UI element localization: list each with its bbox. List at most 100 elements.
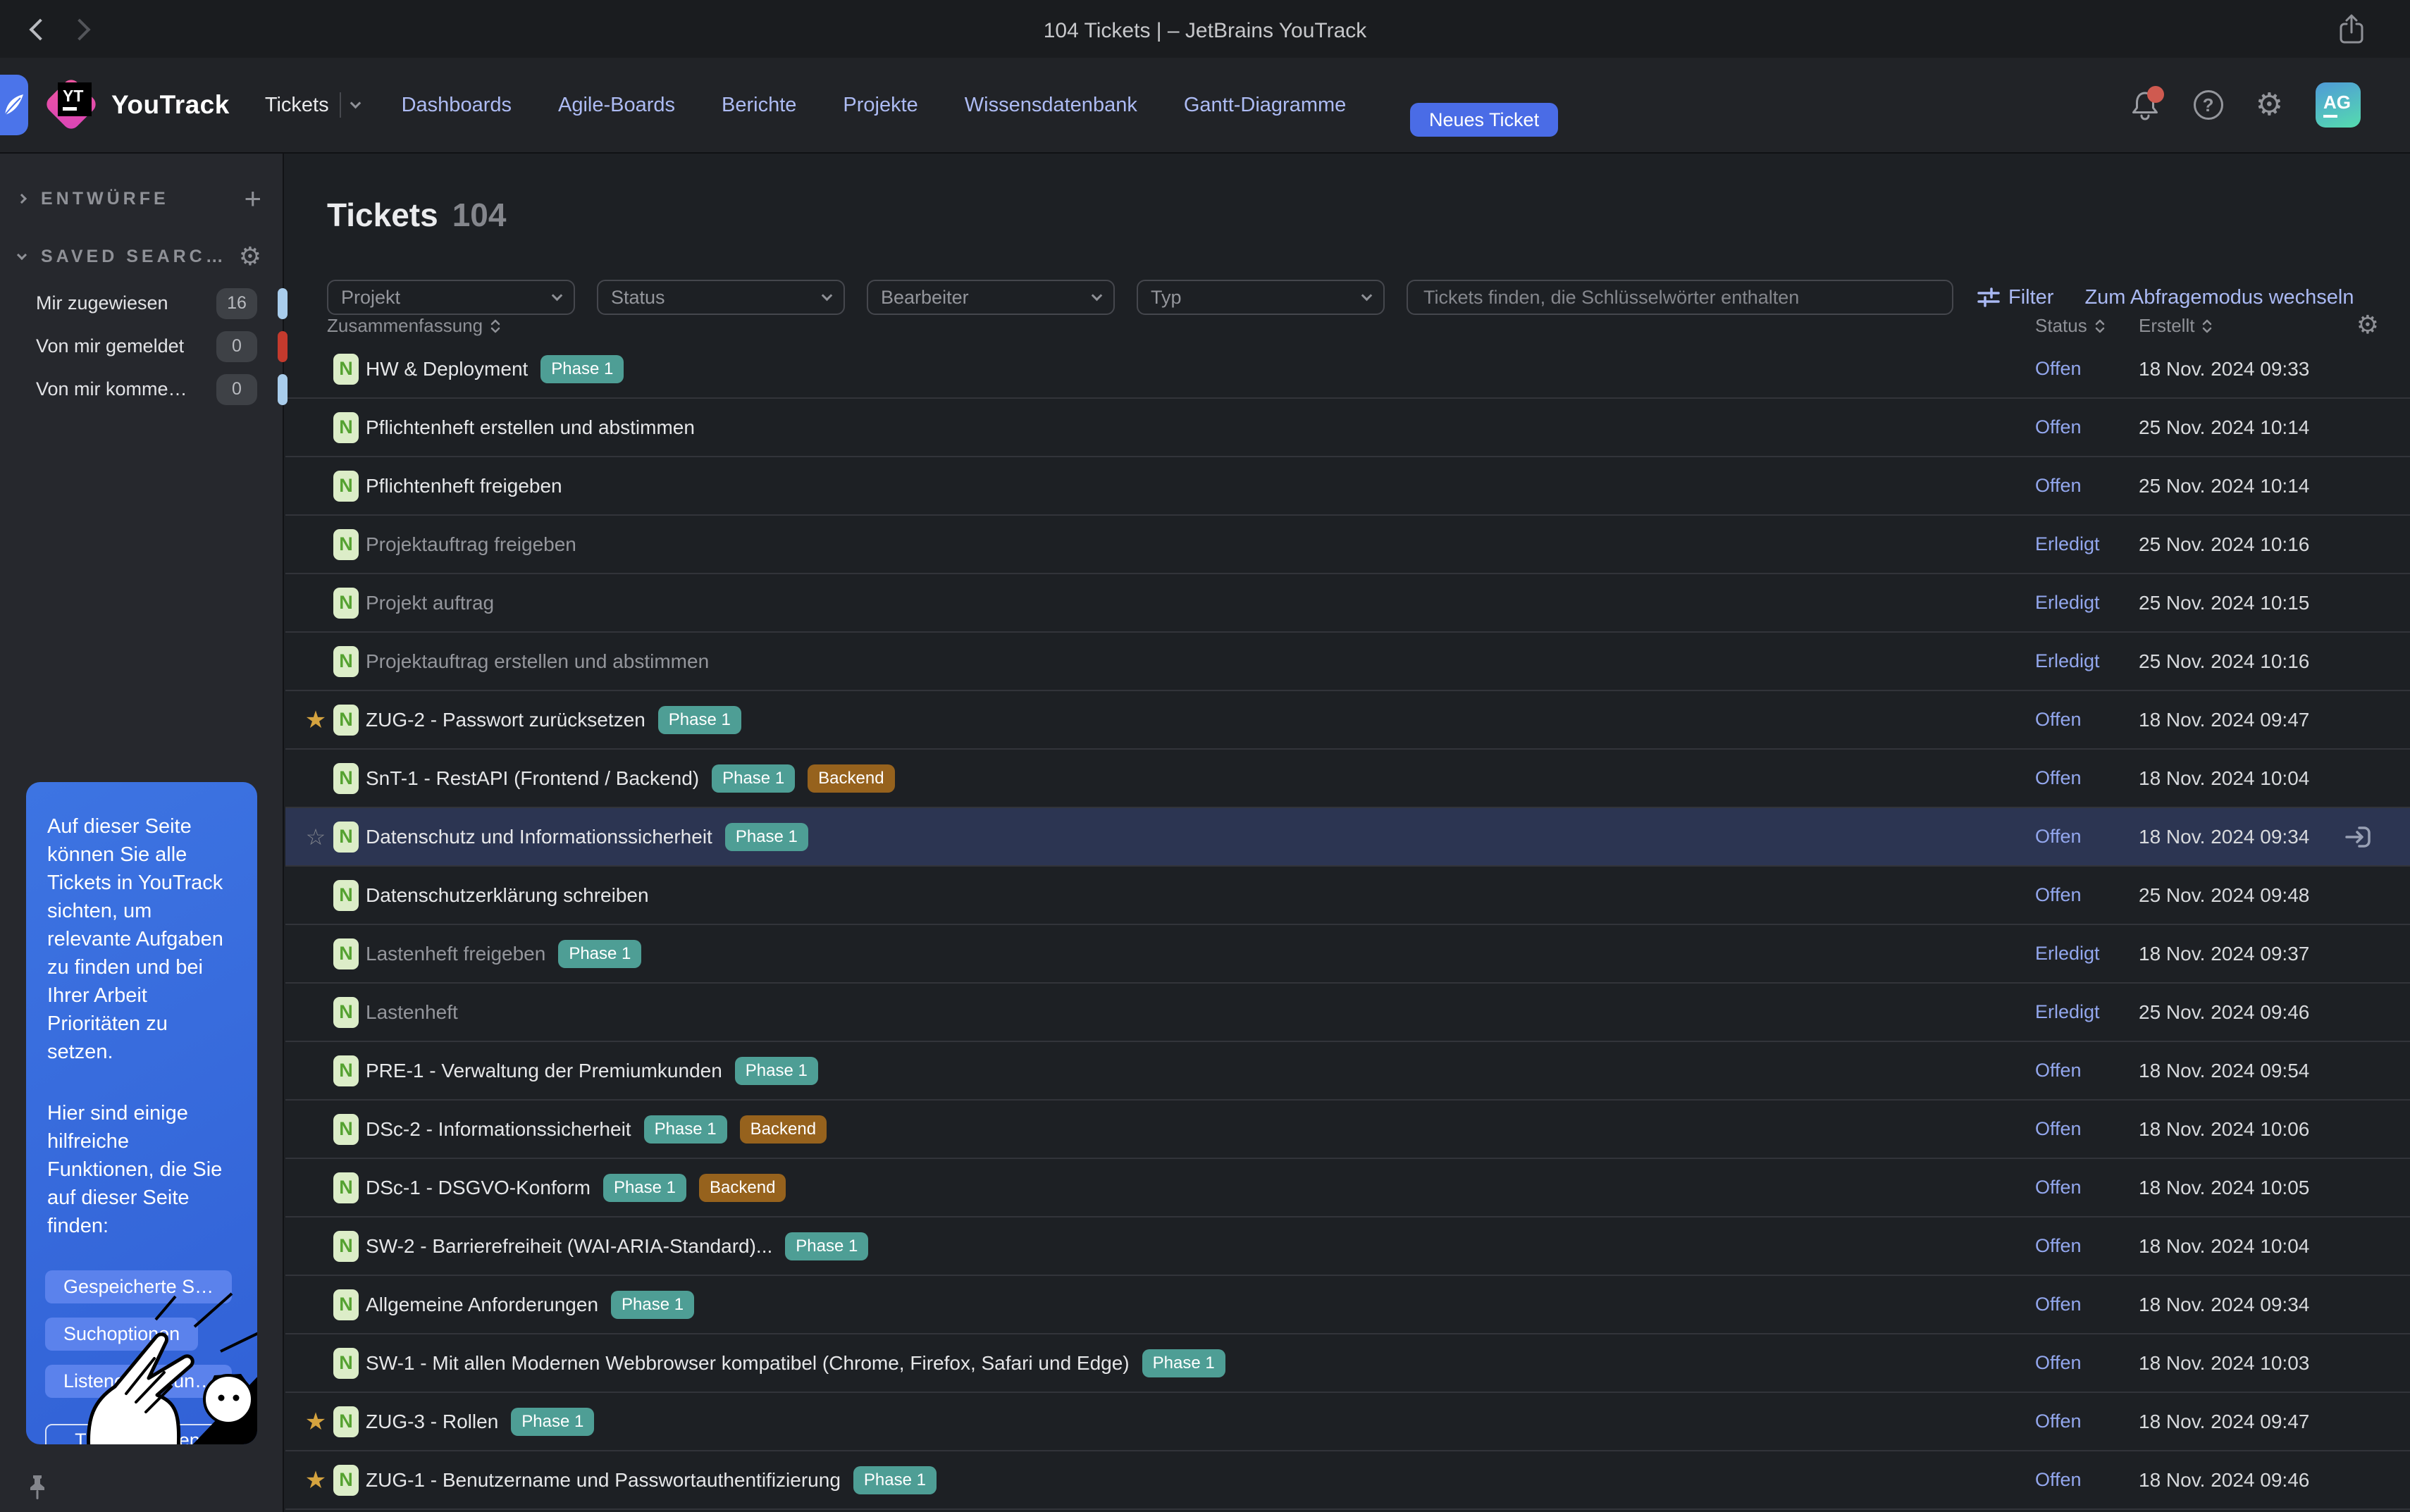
- ticket-title: Lastenheft: [366, 1001, 458, 1024]
- tag-phase-1[interactable]: Phase 1: [725, 823, 808, 851]
- share-icon[interactable]: [2337, 13, 2366, 47]
- dismiss-tips-button[interactable]: Tipps beenden: [45, 1424, 230, 1444]
- open-ticket-icon[interactable]: [2342, 822, 2373, 853]
- filter-button[interactable]: Filter: [1977, 286, 2053, 309]
- ticket-title: SnT-1 - RestAPI (Frontend / Backend): [366, 767, 699, 790]
- pin-sidebar-icon[interactable]: [25, 1474, 49, 1502]
- add-draft-icon[interactable]: +: [244, 186, 261, 211]
- column-header-summary[interactable]: Zusammenfassung: [327, 315, 501, 337]
- tag-phase-1[interactable]: Phase 1: [603, 1174, 686, 1202]
- ticket-created: 25 Nov. 2024 10:14: [2139, 416, 2309, 439]
- ticket-type-icon: N: [333, 705, 359, 736]
- filter-select-label: Typ: [1151, 287, 1182, 309]
- tickets-menu[interactable]: Tickets: [265, 92, 359, 118]
- ticket-type-icon: N: [333, 1055, 359, 1086]
- ticket-title: Projektauftrag erstellen und abstimmen: [366, 650, 709, 673]
- ticket-row[interactable]: NLastenheft freigebenPhase 1Erledigt18 N…: [285, 925, 2410, 984]
- tooltip-button-gespeicherte-s[interactable]: Gespeicherte S…: [45, 1270, 232, 1303]
- ticket-row[interactable]: NDSc-2 - InformationssicherheitPhase 1Ba…: [285, 1101, 2410, 1159]
- nav-link-wissensdatenbank[interactable]: Wissensdatenbank: [965, 94, 1137, 117]
- filter-select-status[interactable]: Status: [597, 280, 845, 315]
- ticket-type-icon: N: [333, 822, 359, 853]
- tag-phase-1[interactable]: Phase 1: [735, 1057, 818, 1085]
- nav-link-berichte[interactable]: Berichte: [722, 94, 796, 117]
- nav-link-agile-boards[interactable]: Agile-Boards: [558, 94, 675, 117]
- tag-phase-1[interactable]: Phase 1: [540, 355, 624, 383]
- saved-search-label: Von mir gemeldet: [36, 335, 184, 357]
- help-button[interactable]: ?: [2194, 90, 2223, 120]
- tag-phase-1[interactable]: Phase 1: [558, 940, 641, 968]
- ticket-row[interactable]: NLastenheftErledigt25 Nov. 2024 09:46: [285, 984, 2410, 1042]
- saved-search-von-mir-gemeldet[interactable]: Von mir gemeldet0: [0, 325, 283, 368]
- ticket-row[interactable]: NDatenschutzerklärung schreibenOffen25 N…: [285, 867, 2410, 925]
- tooltip-button-suchoptionen[interactable]: Suchoptionen: [45, 1318, 198, 1351]
- ticket-title: Pflichtenheft freigeben: [366, 475, 562, 497]
- ticket-row[interactable]: ★NZUG-1 - Benutzername und Passwortauthe…: [285, 1451, 2410, 1510]
- new-ticket-button[interactable]: Neues Ticket: [1410, 103, 1558, 137]
- saved-searches-gear-icon[interactable]: ⚙: [239, 242, 261, 271]
- ticket-row[interactable]: NProjektauftrag freigebenErledigt25 Nov.…: [285, 516, 2410, 574]
- tag-phase-1[interactable]: Phase 1: [1142, 1349, 1225, 1377]
- avatar[interactable]: AG: [2316, 82, 2361, 128]
- tag-phase-1[interactable]: Phase 1: [511, 1408, 594, 1436]
- pinned-panel-tab[interactable]: [0, 75, 28, 135]
- youtrack-logo[interactable]: YT YouTrack: [42, 71, 230, 139]
- tag-backend[interactable]: Backend: [740, 1115, 827, 1144]
- ticket-row[interactable]: NPRE-1 - Verwaltung der PremiumkundenPha…: [285, 1042, 2410, 1101]
- ticket-row[interactable]: NSnT-1 - RestAPI (Frontend / Backend)Pha…: [285, 750, 2410, 808]
- ticket-row[interactable]: ★NZUG-2 - Passwort zurücksetzenPhase 1Of…: [285, 691, 2410, 750]
- filter-select-label: Status: [611, 287, 665, 309]
- ticket-type-icon: N: [333, 529, 359, 560]
- ticket-row[interactable]: NAllgemeine AnforderungenPhase 1Offen18 …: [285, 1276, 2410, 1334]
- ticket-row[interactable]: NProjektauftrag erstellen und abstimmenE…: [285, 633, 2410, 691]
- ticket-row[interactable]: NSW-2 - Barrierefreiheit (WAI-ARIA-Stand…: [285, 1217, 2410, 1276]
- ticket-row[interactable]: NDSc-1 - DSGVO-KonformPhase 1BackendOffe…: [285, 1159, 2410, 1217]
- saved-search-mir-zugewiesen[interactable]: Mir zugewiesen16: [0, 282, 283, 325]
- settings-gear-icon[interactable]: ⚙: [2256, 89, 2283, 120]
- sidebar-section-saved-searches[interactable]: SAVED SEARC… ⚙: [0, 237, 283, 276]
- tag-phase-1[interactable]: Phase 1: [853, 1466, 937, 1494]
- star-outline-icon[interactable]: ☆: [301, 825, 330, 849]
- tag-backend[interactable]: Backend: [808, 764, 894, 793]
- nav-link-dashboards[interactable]: Dashboards: [402, 94, 512, 117]
- column-header-status[interactable]: Status: [2035, 315, 2106, 337]
- ticket-row[interactable]: NPflichtenheft erstellen und abstimmenOf…: [285, 399, 2410, 457]
- tag-backend[interactable]: Backend: [699, 1174, 786, 1202]
- youtrack-window: 104 Tickets | – JetBrains YouTrack YT Yo…: [0, 0, 2410, 1512]
- table-settings-gear-icon[interactable]: ⚙: [2356, 311, 2379, 340]
- column-header-created[interactable]: Erstellt: [2139, 315, 2213, 337]
- ticket-row[interactable]: ★NZUG-3 - RollenPhase 1Offen18 Nov. 2024…: [285, 1393, 2410, 1451]
- notifications-button[interactable]: [2130, 89, 2161, 121]
- tag-phase-1[interactable]: Phase 1: [644, 1115, 727, 1144]
- filter-select-projekt[interactable]: Projekt: [327, 280, 575, 315]
- nav-link-projekte[interactable]: Projekte: [843, 94, 917, 117]
- nav-links: Dashboards Agile-Boards Berichte Projekte Wi…: [402, 94, 1347, 117]
- ticket-created: 18 Nov. 2024 09:33: [2139, 358, 2309, 380]
- tooltip-button-listeneinstellun[interactable]: Listeneinstellun…: [45, 1365, 232, 1398]
- tag-phase-1[interactable]: Phase 1: [785, 1232, 868, 1260]
- query-mode-link[interactable]: Zum Abfragemodus wechseln: [2084, 286, 2354, 309]
- search-input[interactable]: [1407, 280, 1953, 315]
- tooltip-paragraph: Auf dieser Seite können Sie alle Tickets…: [47, 812, 237, 1066]
- feather-icon: [1, 92, 25, 118]
- saved-search-list: Mir zugewiesen16Von mir gemeldet0Von mir…: [0, 282, 283, 411]
- saved-search-von-mir-komme[interactable]: Von mir komme…0: [0, 368, 283, 411]
- star-filled-icon[interactable]: ★: [301, 708, 330, 732]
- ticket-row[interactable]: NHW & DeploymentPhase 1Offen18 Nov. 2024…: [285, 340, 2410, 399]
- ticket-row[interactable]: NPflichtenheft freigebenOffen25 Nov. 202…: [285, 457, 2410, 516]
- star-filled-icon[interactable]: ★: [301, 1468, 330, 1492]
- ticket-row[interactable]: NProjekt auftragErledigt25 Nov. 2024 10:…: [285, 574, 2410, 633]
- tag-phase-1[interactable]: Phase 1: [658, 706, 741, 734]
- sidebar-section-drafts[interactable]: ENTWÜRFE +: [0, 179, 283, 218]
- saved-search-count-badge: 0: [216, 374, 257, 405]
- filter-select-bearbeiter[interactable]: Bearbeiter: [867, 280, 1115, 315]
- ticket-row[interactable]: NSW-1 - Mit allen Modernen Webbrowser ko…: [285, 1334, 2410, 1393]
- nav-link-gantt-diagramme[interactable]: Gantt-Diagramme: [1184, 94, 1346, 117]
- ticket-status: Offen: [2035, 709, 2082, 731]
- tag-phase-1[interactable]: Phase 1: [712, 764, 795, 793]
- tag-phase-1[interactable]: Phase 1: [611, 1291, 694, 1319]
- ticket-row[interactable]: ☆NDatenschutz und Informationssicherheit…: [285, 808, 2410, 867]
- star-filled-icon[interactable]: ★: [301, 1410, 330, 1434]
- filter-select-typ[interactable]: Typ: [1137, 280, 1385, 315]
- ticket-title: Lastenheft freigeben: [366, 943, 545, 965]
